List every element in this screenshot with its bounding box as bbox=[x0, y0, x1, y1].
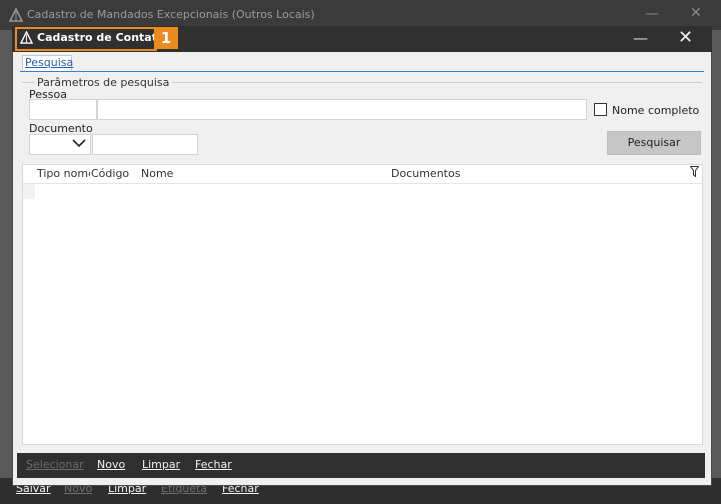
dialog-minimize-icon[interactable]: — bbox=[633, 29, 648, 47]
column-header-documentos[interactable]: Documentos bbox=[391, 167, 591, 180]
dialog-title: Cadastro de Contatos bbox=[37, 31, 172, 44]
chevron-down-icon[interactable] bbox=[72, 138, 86, 148]
app-logo-icon bbox=[9, 8, 23, 22]
tab-pesquisa-label[interactable]: Pesquisa bbox=[25, 56, 73, 69]
pessoa-name-input[interactable] bbox=[97, 99, 587, 120]
pessoa-code-input[interactable] bbox=[29, 99, 97, 120]
selecionar-button[interactable]: Selecionar bbox=[26, 458, 84, 471]
column-header-tipo-nome[interactable]: Tipo nome bbox=[37, 167, 90, 180]
tab-underline bbox=[20, 71, 704, 72]
column-header-nome[interactable]: Nome bbox=[141, 167, 291, 180]
nome-completo-checkbox[interactable] bbox=[594, 103, 607, 116]
filter-icon[interactable] bbox=[690, 166, 699, 177]
background-window-title: Cadastro de Mandados Excepcionais (Outro… bbox=[27, 8, 315, 21]
minimize-icon[interactable]: — bbox=[645, 6, 659, 22]
dialog-novo-button[interactable]: Novo bbox=[97, 458, 125, 471]
results-grid[interactable] bbox=[22, 164, 703, 445]
pesquisar-button-label: Pesquisar bbox=[627, 136, 681, 149]
dialog-close-icon[interactable]: ✕ bbox=[678, 27, 693, 48]
dialog-logo-icon bbox=[20, 31, 33, 44]
close-icon[interactable]: ✕ bbox=[690, 5, 704, 21]
documento-number-input[interactable] bbox=[92, 134, 198, 155]
pesquisar-button[interactable]: Pesquisar bbox=[607, 131, 701, 155]
nome-completo-label[interactable]: Nome completo bbox=[612, 104, 699, 117]
column-header-codigo[interactable]: Código bbox=[91, 167, 139, 180]
dialog-fechar-button[interactable]: Fechar bbox=[195, 458, 232, 471]
step-badge: 1 bbox=[154, 27, 178, 49]
row-indicator bbox=[23, 184, 35, 199]
dialog-limpar-button[interactable]: Limpar bbox=[142, 458, 180, 471]
